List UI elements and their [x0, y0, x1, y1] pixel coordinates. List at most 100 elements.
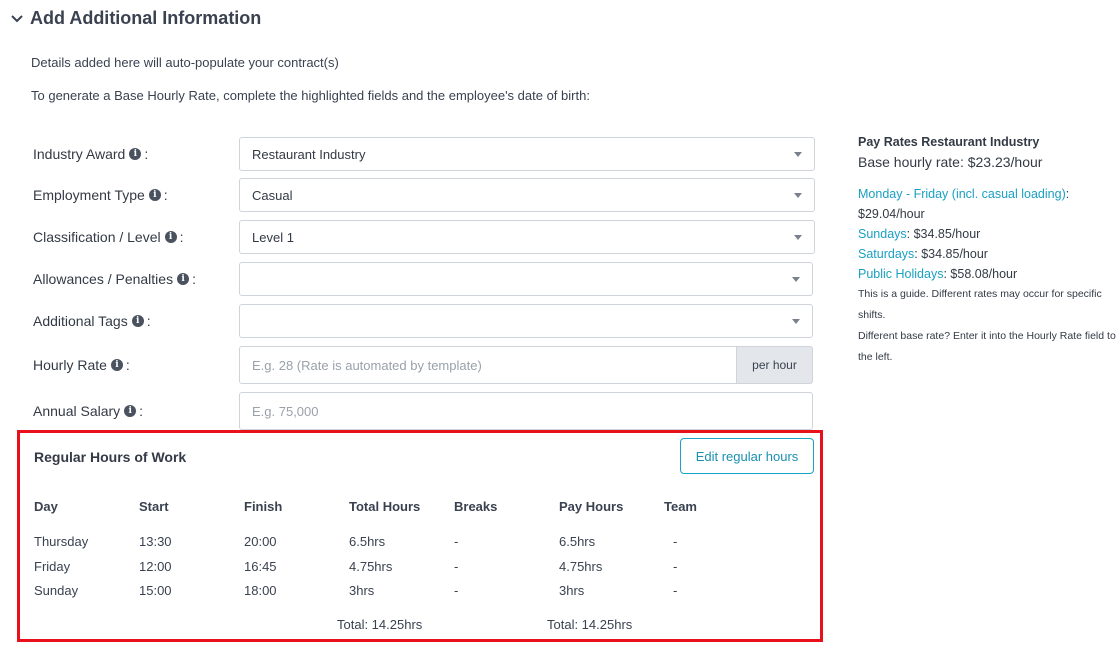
caret-down-icon: [794, 235, 802, 240]
per-hour-addon: per hour: [736, 346, 813, 384]
rate-saturday: Saturdays: $34.85/hour: [858, 244, 1116, 264]
row-pay-hours: 4.75hrs: [559, 559, 603, 574]
industry-award-label: Industry Award i:: [33, 146, 149, 162]
allowances-select[interactable]: [239, 262, 813, 296]
annual-salary-row: Annual Salary i: E.g. 75,000: [33, 392, 813, 430]
pay-rates-note: This is a guide. Different rates may occ…: [858, 288, 1102, 321]
allowances-label: Allowances / Penalties i:: [33, 271, 196, 287]
row-finish: 16:45: [244, 559, 277, 574]
column-header-start: Start: [139, 499, 169, 514]
intro-text: Details added here will auto-populate yo…: [31, 55, 339, 70]
annual-salary-label: Annual Salary i:: [33, 403, 144, 419]
row-total-hours: 4.75hrs: [349, 559, 393, 574]
row-day: Friday: [34, 559, 71, 574]
tags-select[interactable]: [239, 304, 813, 338]
row-breaks: -: [454, 583, 459, 598]
pay-rates-panel: Pay Rates Restaurant Industry Base hourl…: [858, 135, 1116, 368]
column-header-day: Day: [34, 499, 58, 514]
holiday-rate-value: : $58.08/hour: [943, 267, 1018, 281]
employment-type-row: Employment Type i: Casual: [33, 178, 815, 212]
column-header-finish: Finish: [244, 499, 283, 514]
caret-down-icon: [794, 152, 802, 157]
employment-type-select[interactable]: Casual: [239, 178, 815, 212]
hourly-rate-row: Hourly Rate i: E.g. 28 (Rate is automate…: [33, 346, 813, 384]
chevron-down-icon: [11, 14, 23, 22]
field-label-text: Allowances / Penalties: [33, 271, 174, 287]
row-team: -: [673, 534, 678, 549]
row-breaks: -: [454, 534, 459, 549]
field-label-text: Classification / Level: [33, 229, 161, 245]
row-pay-hours: 6.5hrs: [559, 534, 596, 549]
column-header-total-hours: Total Hours: [349, 499, 421, 514]
info-icon[interactable]: i: [124, 405, 137, 417]
industry-award-row: Industry Award i: Restaurant Industry: [33, 137, 815, 171]
info-icon[interactable]: i: [129, 148, 142, 160]
sunday-rate-value: : $34.85/hour: [906, 227, 981, 241]
total-hours-sum: Total: 14.25hrs: [337, 617, 423, 632]
row-breaks: -: [454, 559, 459, 574]
input-placeholder: E.g. 28 (Rate is automated by template): [252, 357, 482, 373]
select-value: Level 1: [252, 229, 294, 245]
classification-row: Classification / Level i: Level 1: [33, 220, 815, 254]
row-finish: 20:00: [244, 534, 277, 549]
info-icon[interactable]: i: [177, 273, 190, 285]
info-icon[interactable]: i: [148, 189, 161, 201]
rate-weekday: Monday - Friday (incl. casual loading): …: [858, 187, 1070, 221]
row-day: Sunday: [34, 583, 79, 598]
rate-sunday: Sundays: $34.85/hour: [858, 224, 1116, 244]
tags-label: Additional Tags i:: [33, 313, 151, 329]
allowances-row: Allowances / Penalties i:: [33, 262, 813, 296]
weekday-rate-value: $29.04/hour: [858, 207, 925, 221]
employment-type-label: Employment Type i:: [33, 187, 168, 203]
column-header-team: Team: [664, 499, 697, 514]
select-value: Casual: [252, 187, 293, 203]
total-pay-hours-sum: Total: 14.25hrs: [547, 617, 633, 632]
base-hourly-rate: Base hourly rate: $23.23/hour: [858, 154, 1043, 170]
row-team: -: [673, 583, 678, 598]
pay-rates-note-base: Different base rate? Enter it into the H…: [858, 330, 1116, 363]
classification-label: Classification / Level i:: [33, 229, 184, 245]
row-start: 12:00: [139, 559, 172, 574]
pay-rates-title: Pay Rates Restaurant Industry: [858, 135, 1040, 149]
section-toggle[interactable]: Add Additional Information: [10, 8, 261, 29]
regular-hours-panel: Regular Hours of Work Edit regular hours…: [17, 430, 823, 642]
saturday-rate-value: : $34.85/hour: [914, 247, 988, 261]
caret-down-icon: [792, 277, 800, 282]
rates-list: Monday - Friday (incl. casual loading) : …: [858, 184, 1116, 284]
classification-select[interactable]: Level 1: [239, 220, 815, 254]
info-icon[interactable]: i: [131, 315, 144, 327]
row-day: Thursday: [34, 534, 89, 549]
caret-down-icon: [794, 193, 802, 198]
row-total-hours: 6.5hrs: [349, 534, 386, 549]
column-header-breaks: Breaks: [454, 499, 498, 514]
weekday-rate-link[interactable]: Monday - Friday (incl. casual loading): [858, 187, 1066, 201]
regular-hours-title: Regular Hours of Work: [34, 449, 187, 465]
tags-row: Additional Tags i:: [33, 304, 813, 338]
row-finish: 18:00: [244, 583, 277, 598]
info-icon[interactable]: i: [164, 231, 177, 243]
hourly-rate-input[interactable]: E.g. 28 (Rate is automated by template): [239, 346, 736, 384]
row-pay-hours: 3hrs: [559, 583, 585, 598]
select-value: Restaurant Industry: [252, 146, 366, 162]
row-total-hours: 3hrs: [349, 583, 375, 598]
info-icon[interactable]: i: [110, 359, 123, 371]
sunday-rate-link[interactable]: Sundays: [858, 227, 907, 241]
holiday-rate-link[interactable]: Public Holidays: [858, 267, 943, 281]
field-label-text: Industry Award: [33, 146, 126, 162]
annual-salary-input[interactable]: E.g. 75,000: [239, 392, 813, 430]
row-start: 15:00: [139, 583, 172, 598]
intro-instructions: To generate a Base Hourly Rate, complete…: [31, 88, 590, 103]
row-team: -: [673, 559, 678, 574]
industry-award-select[interactable]: Restaurant Industry: [239, 137, 815, 171]
input-placeholder: E.g. 75,000: [252, 403, 319, 419]
hourly-rate-label: Hourly Rate i:: [33, 357, 130, 373]
hourly-rate-group: E.g. 28 (Rate is automated by template) …: [239, 346, 813, 384]
column-header-pay-hours: Pay Hours: [559, 499, 624, 514]
row-start: 13:30: [139, 534, 172, 549]
edit-regular-hours-button[interactable]: Edit regular hours: [680, 438, 814, 474]
field-label-text: Annual Salary: [33, 403, 121, 419]
saturday-rate-link[interactable]: Saturdays: [858, 247, 914, 261]
field-label-text: Additional Tags: [33, 313, 128, 329]
rate-holiday: Public Holidays: $58.08/hour: [858, 264, 1116, 284]
caret-down-icon: [792, 319, 800, 324]
